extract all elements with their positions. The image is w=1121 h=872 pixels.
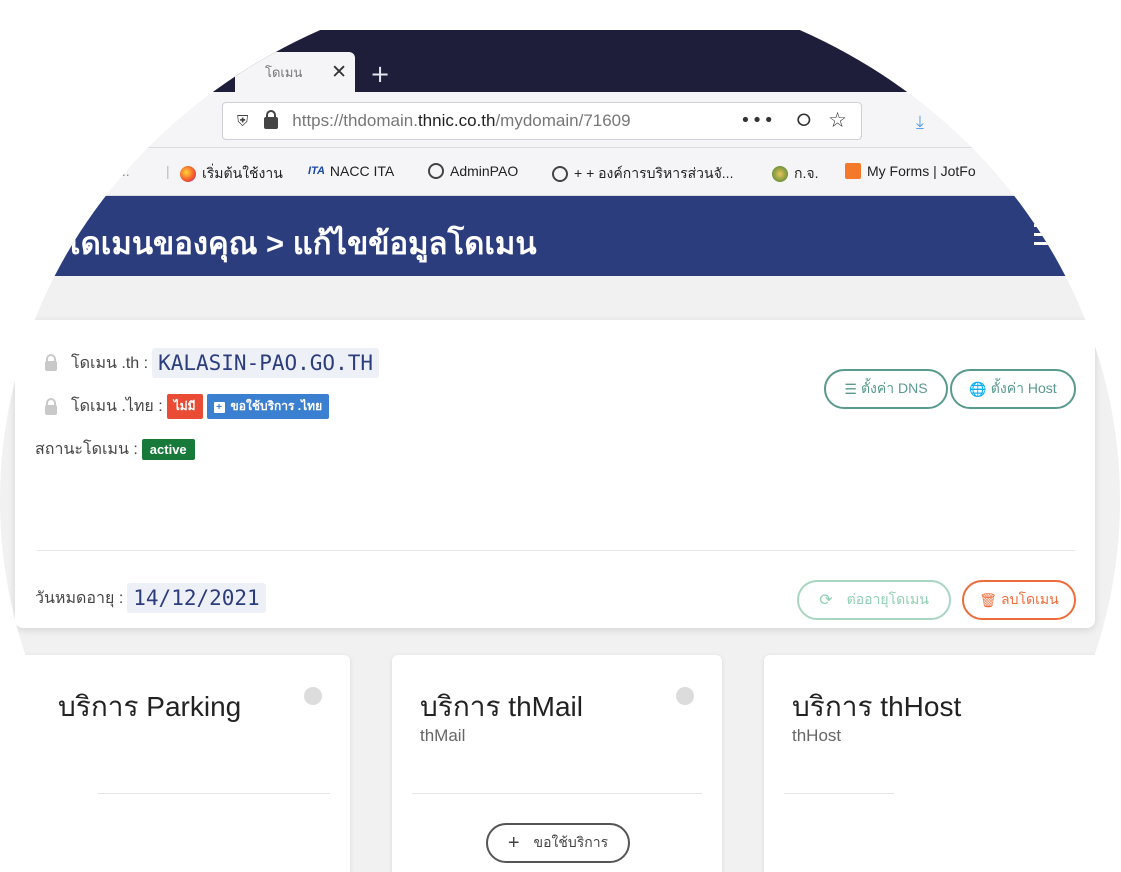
expiry-date-value: 14/12/2021: [127, 583, 266, 613]
jotform-icon: [845, 163, 861, 179]
thai-domain-status-badge: ไม่มี: [166, 394, 203, 419]
lock-icon: [45, 354, 57, 371]
bookmark-label: AdminPAO: [450, 163, 519, 179]
service-card-parking: บริการ Parking: [20, 655, 350, 872]
bookmark-star-icon[interactable]: ☆: [828, 108, 847, 132]
bookmark-item[interactable]: + + องค์การบริหารส่วนจั...: [552, 163, 733, 185]
bookmark-item[interactable]: My Forms | JotFo: [845, 163, 976, 179]
thai-domain-label: โดเมน .ไทย :: [71, 398, 163, 415]
plus-icon: +: [213, 402, 225, 413]
domain-info-card: โดเมน .th : KALASIN-PAO.GO.TH โดเมน .ไทย…: [15, 320, 1095, 628]
pocket-icon[interactable]: ⭘: [797, 110, 811, 131]
thai-domain-row: โดเมน .ไทย : ไม่มี + ขอใช้บริการ .ไทย: [45, 394, 330, 419]
service-subtitle: thMail: [420, 726, 466, 745]
refresh-icon: ⟳: [819, 592, 833, 609]
request-thai-domain-button[interactable]: + ขอใช้บริการ .ไทย: [206, 394, 330, 419]
domain-status-label: สถานะโดเมน :: [35, 441, 138, 458]
bookmark-item[interactable]: เริ่มต้นใช้งาน: [180, 163, 283, 185]
browser-tab[interactable]: โดเมน ✕: [235, 52, 355, 92]
tab-title: โดเมน: [265, 65, 303, 81]
divider: [40, 793, 330, 794]
th-domain-row: โดเมน .th : KALASIN-PAO.GO.TH: [45, 348, 379, 378]
bookmark-item[interactable]: AdminPAO: [428, 163, 518, 179]
service-title: บริการ thMail: [420, 691, 583, 722]
menu-hamburger-icon[interactable]: [1034, 224, 1064, 251]
divider: [412, 793, 702, 794]
globe-icon: [552, 166, 568, 182]
plus-icon: +: [507, 831, 520, 854]
browser-tab-bar: โดเมน ✕ +: [0, 30, 1120, 92]
globe-icon: 🌐: [969, 380, 987, 397]
domain-status-badge: active: [141, 439, 195, 460]
page-title: โดเมนของคุณ > แก้ไขข้อมูลโดเมน: [64, 226, 537, 261]
site-header: โดเมนของคุณ > แก้ไขข้อมูลโดเมน: [0, 196, 1120, 276]
url-host: thnic.co.th: [417, 111, 496, 130]
trash-icon: 🗑: [979, 591, 998, 608]
close-tab-icon[interactable]: ✕: [331, 61, 347, 83]
bookmark-separator: |: [166, 163, 170, 179]
globe-icon: [428, 163, 444, 179]
list-icon: ☰: [844, 380, 857, 397]
new-tab-icon[interactable]: +: [370, 60, 390, 88]
request-thai-domain-label: ขอใช้บริการ .ไทย: [230, 399, 323, 413]
url-path: /mydomain/71609: [495, 111, 631, 130]
browser-nav-bar: ⛨ https://thdomain.thnic.co.th/mydomain/…: [0, 92, 1120, 148]
bookmark-label: NACC ITA: [329, 163, 395, 179]
host-settings-button[interactable]: 🌐 ตั้งค่า Host: [950, 369, 1076, 409]
renew-domain-label: ต่ออายุโดเมน: [846, 591, 929, 607]
bookmark-item[interactable]: ITA NACC ITA: [308, 163, 394, 179]
page-actions-menu-icon[interactable]: •••: [740, 110, 775, 131]
bookmark-item[interactable]: ก.จ.: [772, 163, 818, 185]
bookmark-label: ก.จ.: [794, 165, 819, 181]
bookmarks-bar: ... | เริ่มต้นใช้งาน ITA NACC ITA AdminP…: [0, 148, 1120, 196]
bookmark-label: My Forms | JotFo: [867, 163, 976, 179]
url-bar[interactable]: ⛨ https://thdomain.thnic.co.th/mydomain/…: [222, 102, 862, 140]
zoomed-screenshot: โดเมน ✕ + ⛨ https://thdomain.thnic.co.th…: [0, 30, 1120, 872]
tracking-shield-icon[interactable]: ⛨: [237, 112, 248, 130]
gov-seal-icon: [772, 166, 788, 182]
firefox-icon: [180, 166, 196, 182]
request-thmail-button[interactable]: + ขอใช้บริการ: [486, 823, 630, 863]
expiry-row: วันหมดอายุ : 14/12/2021: [35, 583, 266, 613]
th-domain-label: โดเมน .th :: [71, 354, 149, 372]
service-card-thmail: บริการ thMail thMail + ขอใช้บริการ: [392, 655, 722, 872]
divider: [37, 550, 1075, 551]
bookmark-label: + + องค์การบริหารส่วนจั...: [574, 165, 734, 181]
ita-icon: ITA: [308, 165, 325, 177]
service-title: บริการ thHost: [792, 691, 962, 722]
divider: [784, 793, 894, 794]
status-dot-icon: [676, 687, 694, 705]
delete-domain-label: ลบโดเมน: [1001, 591, 1059, 607]
renew-domain-button[interactable]: ⟳ ต่ออายุโดเมน: [797, 580, 951, 620]
service-subtitle: thHost: [792, 726, 842, 745]
domain-status-row: สถานะโดเมน : active: [35, 437, 195, 462]
request-service-label: ขอใช้บริการ: [533, 834, 609, 850]
service-title: บริการ Parking: [58, 691, 242, 722]
dns-settings-button[interactable]: ☰ ตั้งค่า DNS: [824, 369, 948, 409]
th-domain-value: KALASIN-PAO.GO.TH: [152, 348, 379, 378]
url-prefix: https://thdomain.: [292, 111, 418, 130]
dns-settings-label: ตั้งค่า DNS: [860, 380, 928, 396]
host-settings-label: ตั้งค่า Host: [990, 380, 1057, 396]
lock-icon: [45, 397, 57, 415]
service-card-thhost: บริการ thHost thHost: [764, 655, 1104, 872]
bookmark-overflow[interactable]: ...: [118, 163, 130, 179]
url-text[interactable]: https://thdomain.thnic.co.th/mydomain/71…: [292, 111, 630, 131]
download-icon[interactable]: ⤓: [916, 112, 924, 133]
lock-icon[interactable]: [264, 110, 279, 129]
expiry-label: วันหมดอายุ :: [35, 589, 124, 607]
status-dot-icon: [304, 687, 322, 705]
bookmark-label: เริ่มต้นใช้งาน: [202, 165, 283, 181]
delete-domain-button[interactable]: 🗑 ลบโดเมน: [962, 580, 1076, 620]
